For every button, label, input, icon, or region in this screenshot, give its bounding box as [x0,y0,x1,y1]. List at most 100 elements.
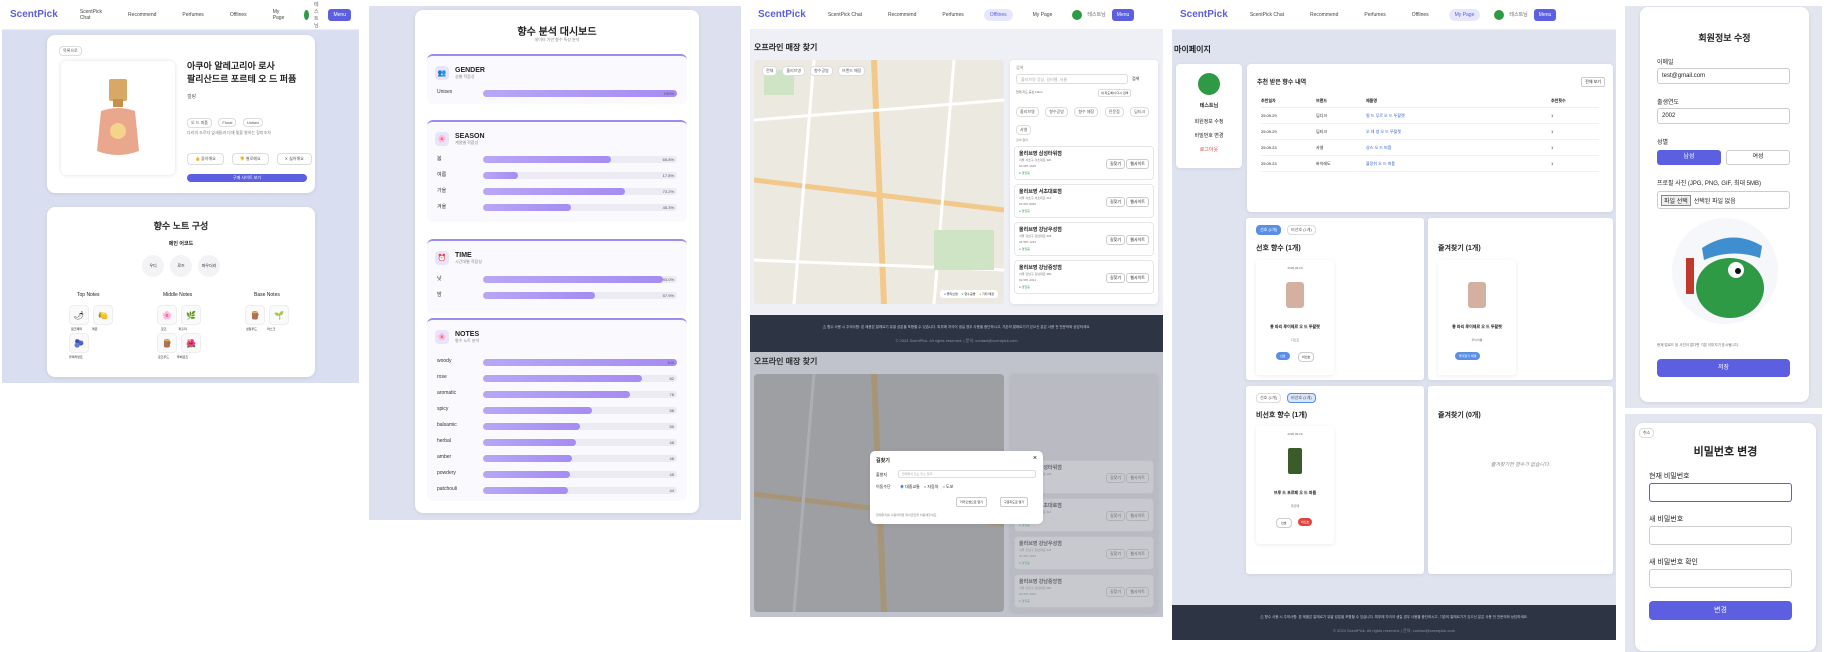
file-button[interactable]: 파일 선택 [1661,194,1691,206]
menu-button[interactable]: Menu [1533,8,1557,21]
store-item[interactable]: 올리브영 서초대로점서울 서초구 서초대로 314 02-587-9956 ● 영업… [1014,184,1154,218]
menu-button[interactable]: Menu [1111,8,1135,21]
unbookmark-button[interactable]: 즐겨찾기 해제 [1455,352,1481,360]
file-input[interactable]: 파일 선택 선택된 파일 없음 [1657,191,1790,209]
bar-value: 45 [669,472,674,477]
search-input[interactable]: 올리브영 강남, 갈비젤, 서울 [1016,74,1128,84]
close-icon[interactable]: × [1033,455,1037,462]
store-map[interactable]: 전체 올리브영 향수공방 브랜드 매장 ● 올리브영 ● 향수공방 ● 기타 매… [754,60,1004,304]
nav-chat[interactable]: ScentPick Chat [1244,9,1290,21]
new-password-input[interactable] [1649,526,1792,545]
radio-walk[interactable]: ○ 도보 [942,484,953,490]
research-button[interactable]: 내 지도에서 다시 검색 [1098,89,1132,97]
menu-password[interactable]: 비밀번호 변경 [1176,132,1242,139]
like-toggle[interactable]: 선호 [1276,352,1290,360]
back-button[interactable]: 목록으로 [59,46,82,56]
column-header[interactable]: 제품명 [1366,98,1377,104]
nav-perfumes[interactable]: Perfumes [176,9,209,21]
chip[interactable]: 향수공방 [1045,107,1068,117]
change-button[interactable]: 변경 [1649,601,1792,620]
year-field[interactable]: 2002 [1657,108,1790,124]
table-cell[interactable]: 블랑쉬 오 드 퍼퓸 [1366,161,1395,167]
nav-perfumes[interactable]: Perfumes [936,9,969,21]
dislike-button[interactable]: ✕ 싫어해요 [276,153,312,165]
directions-button[interactable]: 길찾기 [1105,273,1125,283]
website-button[interactable]: 웹사이트 [1126,273,1149,283]
main-accords: 우디 로즈 파우더리 [47,255,315,277]
nav-offlines[interactable]: Offlines [1406,9,1435,21]
cancel-button[interactable]: 취소 [1639,428,1655,438]
radio-transit[interactable]: ◉ 대중교통 [900,484,920,490]
email-field[interactable]: test@gmail.com [1657,68,1790,84]
column-header[interactable]: 추천일자 [1261,98,1276,104]
chip[interactable]: 올리브영 [1016,107,1039,117]
table-cell[interactable]: 샹스 오 드 퍼퓸 [1366,145,1391,151]
tab-liked[interactable]: 선호 (1개) [1256,225,1282,235]
radio-car[interactable]: ○ 자동차 [924,484,939,490]
chip[interactable]: 샤넬 [1016,125,1032,135]
store-item[interactable]: 올리브영 삼성타워점서울 서초구 서초대로 320 02-587-1645 ● 영업… [1014,146,1154,180]
table-cell[interactable]: 오 데 썽 오 드 뚜왈렛 [1366,129,1401,135]
save-button[interactable]: 저장 [1657,359,1790,377]
store-item[interactable]: 올리브영 강남우성점 서울 강남구 강남대로 328 02-587-1234 ● 영업… [1014,222,1154,256]
map-tab[interactable]: 전체 [762,66,778,76]
tab-liked[interactable]: 선호 (1개) [1256,393,1282,403]
dislike-toggle[interactable]: 비선호 [1298,352,1315,362]
nav-mypage[interactable]: My Page [1027,9,1059,21]
from-input[interactable]: 현재위치 또는 주소 입력 [898,470,1036,478]
directions-button[interactable]: 길찾기 [1105,197,1125,207]
nav-offlines[interactable]: Offlines [224,9,253,21]
kakao-button[interactable]: 카카오맵으로 열기 [956,497,987,507]
nav-perfumes[interactable]: Perfumes [1358,9,1391,21]
chip[interactable]: 전문점 [1104,107,1124,117]
nav-recommend[interactable]: Recommend [1304,9,1344,21]
map-tab[interactable]: 브랜드 매장 [837,66,866,76]
bookmark-empty-card: 즐겨찾기 (0개) 즐겨찾기한 향수가 없습니다. [1428,386,1613,574]
dislike-toggle[interactable]: 비선호 [1298,518,1313,526]
confirm-password-input[interactable] [1649,569,1792,588]
like-toggle[interactable]: 선호 [1276,518,1292,528]
note-item: 🌸 [157,305,177,325]
map-tab[interactable]: 향수공방 [810,66,833,76]
nav-offlines[interactable]: Offlines [983,8,1013,21]
bar-value: 57.9% [662,293,674,298]
current-password-input[interactable] [1649,483,1792,502]
logo[interactable]: ScentPick [758,9,806,20]
menu-edit[interactable]: 회원정보 수정 [1176,118,1242,125]
gender-female[interactable]: 여성 [1726,150,1790,165]
meh-button[interactable]: 👎 별로예요 [231,153,269,165]
store-item[interactable]: 올리브영 강남중앙점 서울 강남구 강남대로 380 02-587-4321 ● 영업… [1014,260,1154,294]
directions-button[interactable]: 길찾기 [1105,235,1125,245]
gender-male[interactable]: 남성 [1657,150,1721,165]
logo[interactable]: ScentPick [1180,9,1228,20]
website-button[interactable]: 웹사이트 [1126,159,1149,169]
website-button[interactable]: 웹사이트 [1126,235,1149,245]
column-header[interactable]: 브랜드 [1316,98,1327,104]
nav-mypage[interactable]: My Page [1448,8,1481,21]
nav-mypage[interactable]: My Page [267,6,291,24]
nav-recommend[interactable]: Recommend [122,9,162,21]
map-tab[interactable]: 올리브영 [782,66,806,76]
nav-chat[interactable]: ScentPick Chat [822,9,868,21]
directions-button[interactable]: 길찾기 [1105,159,1125,169]
website-button[interactable]: 웹사이트 [1126,197,1149,207]
chip[interactable]: 향수 매장 [1074,107,1099,117]
buy-button[interactable]: 구매 사이트 보기 [187,174,307,182]
search-button[interactable]: 검색 [1132,76,1139,82]
flower-icon: 🌸 [435,330,449,344]
product-name-1: 아쿠아 알레고리아 로사 [187,61,275,71]
column-header[interactable]: 추천횟수 [1551,98,1566,104]
tab-disliked[interactable]: 비선호 (1개) [1287,225,1316,235]
history-button[interactable]: 전체 보기 [1581,77,1605,87]
nav-chat[interactable]: ScentPick Chat [74,6,108,24]
menu-logout[interactable]: 로그아웃 [1176,146,1242,153]
like-button[interactable]: 👍 좋아해요 [187,153,224,165]
logo[interactable]: ScentPick [10,9,58,20]
menu-button[interactable]: Menu [328,8,351,21]
chip[interactable]: 딥티크 [1130,107,1150,117]
nav-recommend[interactable]: Recommend [882,9,922,21]
table-cell[interactable]: 필 드 무르 오 드 뚜왈렛 [1366,113,1405,119]
google-button[interactable]: 구글지도로 열기 [1000,497,1029,507]
analysis-title: 향수 분석 대시보드 [517,27,597,38]
tab-disliked[interactable]: 비선호 (1개) [1287,393,1316,403]
